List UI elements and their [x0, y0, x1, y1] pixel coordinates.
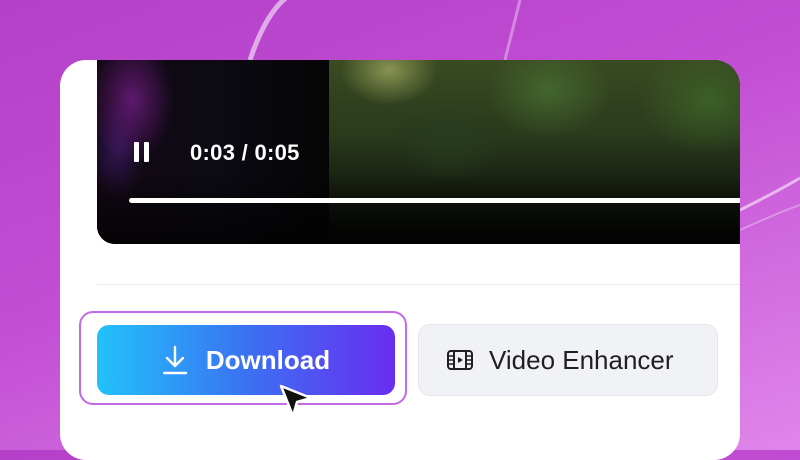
pause-icon [134, 142, 139, 162]
film-strip-icon [447, 350, 473, 370]
editor-card: 0:03 / 0:05 Download Video Enhancer [60, 60, 740, 460]
pause-button[interactable] [131, 140, 155, 166]
controls-shade [97, 174, 740, 244]
mouse-pointer-icon [279, 384, 313, 418]
progress-bar[interactable] [129, 198, 740, 203]
video-enhancer-button[interactable]: Video Enhancer [418, 324, 718, 396]
video-enhancer-label: Video Enhancer [489, 344, 674, 375]
divider [97, 284, 740, 285]
download-label: Download [205, 344, 331, 375]
time-display: 0:03 / 0:05 [190, 140, 300, 165]
video-player[interactable]: 0:03 / 0:05 [97, 60, 740, 244]
download-icon [162, 345, 188, 375]
download-button[interactable]: Download [97, 325, 395, 395]
